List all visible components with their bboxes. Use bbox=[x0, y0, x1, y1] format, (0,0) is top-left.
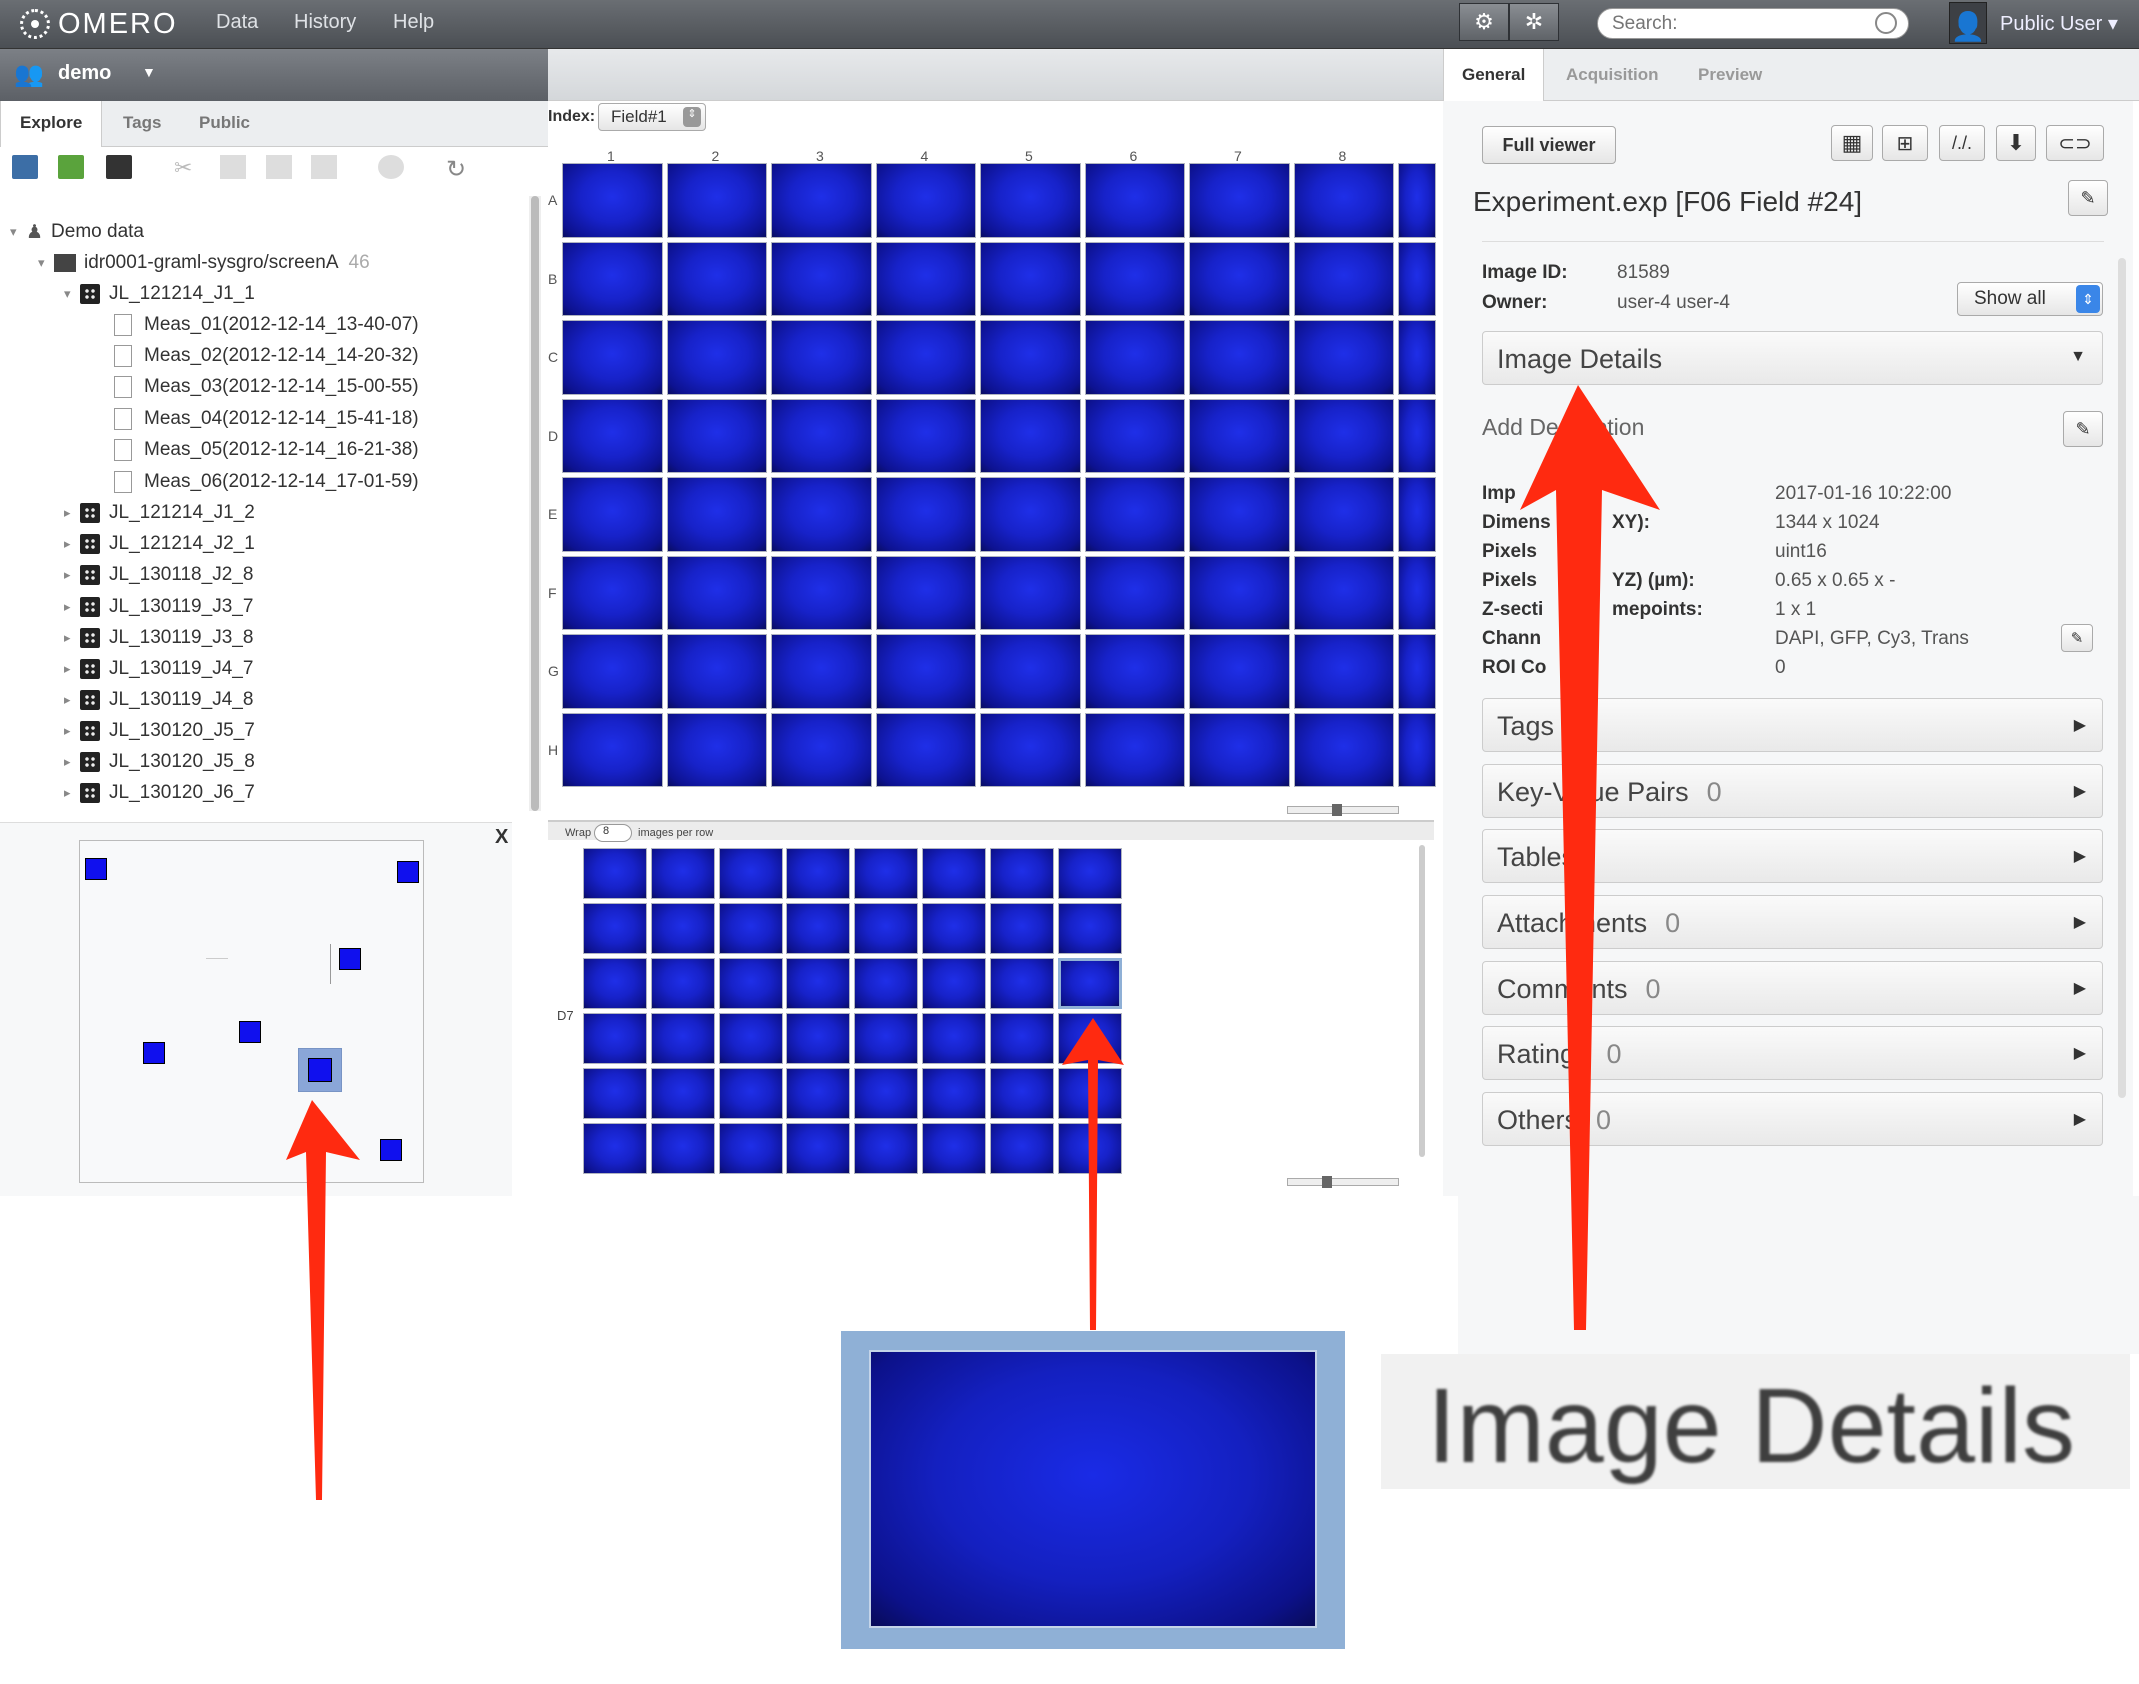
arrow-image-details bbox=[1520, 385, 1660, 1330]
omero-web-screen: { "app": {"name": "OMERO", "nav": ["Data… bbox=[0, 0, 2139, 1684]
annotation-arrows bbox=[286, 385, 1660, 1500]
arrow-field-map bbox=[286, 1100, 360, 1500]
arrow-well bbox=[1062, 1018, 1124, 1330]
